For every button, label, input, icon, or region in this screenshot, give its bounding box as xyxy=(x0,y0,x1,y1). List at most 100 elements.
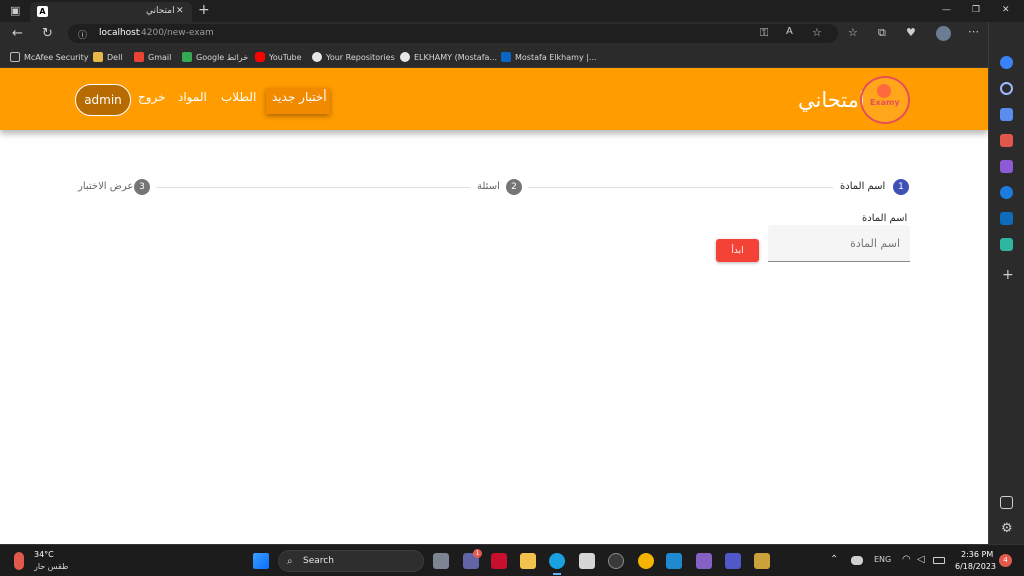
step-connector xyxy=(156,187,470,188)
new-tab-icon[interactable]: + xyxy=(198,3,210,17)
subject-name-label: اسم المادة xyxy=(862,213,908,224)
store-icon[interactable] xyxy=(579,553,595,569)
settings-gear-icon[interactable]: ⚙ xyxy=(1001,522,1013,535)
task-view-icon[interactable] xyxy=(433,553,449,569)
app-icon[interactable] xyxy=(754,553,770,569)
url-path: :4200/new-exam xyxy=(138,28,214,38)
subject-name-placeholder: اسم المادة xyxy=(850,237,900,250)
browser-tab-bar: ▣ A امتحاني ✕ + — ❐ ✕ xyxy=(0,0,1024,22)
start-button[interactable]: ابدأ xyxy=(716,239,759,262)
back-icon[interactable]: ← xyxy=(12,27,23,40)
weather-temp[interactable]: 34°C xyxy=(34,550,54,559)
step-1-circle[interactable]: 1 xyxy=(893,179,909,195)
tab-close-icon[interactable]: ✕ xyxy=(176,6,184,16)
favorite-star-icon[interactable]: ☆ xyxy=(812,27,822,38)
bookmark-youtube[interactable]: YouTube xyxy=(255,49,302,65)
bookmark-google-maps[interactable]: Google خرائط xyxy=(182,49,248,65)
windows-taskbar: 34°C طقس حار ⌕ Search 1 ⌃ ENG ◠ ◁ 2:36 P… xyxy=(0,544,1024,576)
split-panel-icon[interactable] xyxy=(1000,496,1013,509)
youtube-icon xyxy=(255,52,265,62)
bookmark-elkhamy[interactable]: ELKHAMY (Mostafa... xyxy=(400,49,497,65)
more-menu-icon[interactable]: ⋯ xyxy=(968,26,979,37)
browser-tab[interactable]: A امتحاني ✕ xyxy=(30,2,192,22)
step-3-label[interactable]: عرض الاختبار xyxy=(78,181,133,192)
active-app-indicator xyxy=(553,573,561,575)
folder-icon xyxy=(93,52,103,62)
health-icon[interactable]: ♥ xyxy=(906,27,916,38)
send-icon[interactable] xyxy=(1000,238,1013,251)
github-icon xyxy=(312,52,322,62)
clock-time[interactable]: 2:36 PM xyxy=(961,550,993,559)
bookmark-gmail[interactable]: Gmail xyxy=(134,49,171,65)
chrome-icon[interactable] xyxy=(638,553,654,569)
volume-icon[interactable]: ◁ xyxy=(917,554,925,565)
nav-link-logout[interactable]: خروج xyxy=(138,90,166,104)
info-icon[interactable]: ⓘ xyxy=(78,28,87,41)
language-indicator[interactable]: ENG xyxy=(874,555,891,564)
bookmark-mcafee[interactable]: McAfee Security xyxy=(10,49,89,65)
step-connector xyxy=(528,187,833,188)
app-page: admin خروج المواد الطلاب أختبار جديد امت… xyxy=(0,68,988,544)
cloud-icon[interactable] xyxy=(851,556,863,565)
maximize-icon[interactable]: ❐ xyxy=(972,5,980,15)
angular-icon: A xyxy=(37,6,48,17)
outlook-icon[interactable] xyxy=(1000,212,1013,225)
notification-count-badge[interactable]: 4 xyxy=(999,554,1012,567)
linkedin-icon xyxy=(501,52,511,62)
teams-badge: 1 xyxy=(473,549,482,558)
shopping-tag-icon[interactable] xyxy=(1000,108,1013,121)
collections-icon[interactable]: ⧉ xyxy=(878,27,886,38)
edge-icon[interactable] xyxy=(549,553,565,569)
teams-work-icon[interactable] xyxy=(725,553,741,569)
notification-bell-icon[interactable] xyxy=(1000,56,1013,69)
profile-avatar[interactable] xyxy=(936,26,951,41)
gmail-icon xyxy=(134,52,144,62)
step-2-circle[interactable]: 2 xyxy=(506,179,522,195)
top-navbar: admin خروج المواد الطلاب أختبار جديد امت… xyxy=(0,68,988,130)
tools-icon[interactable] xyxy=(1000,134,1013,147)
step-3-circle[interactable]: 3 xyxy=(134,179,150,195)
search-icon[interactable] xyxy=(1000,82,1013,95)
mcafee-icon[interactable] xyxy=(491,553,507,569)
search-label: Search xyxy=(303,556,334,566)
url-field[interactable]: ⓘ localhost :4200/new-exam ⚿ A ☆ xyxy=(68,24,838,43)
key-icon[interactable]: ⚿ xyxy=(760,27,768,38)
tab-actions-icon[interactable]: ▣ xyxy=(10,5,20,16)
taskbar-search[interactable]: ⌕ Search xyxy=(278,550,424,572)
subject-name-input[interactable]: اسم المادة xyxy=(768,225,910,262)
clock-date[interactable]: 6/18/2023 xyxy=(955,562,996,571)
step-2-label[interactable]: اسئلة xyxy=(477,181,500,192)
bookmark-dell[interactable]: Dell xyxy=(93,49,123,65)
dell-icon[interactable] xyxy=(608,553,624,569)
battery-icon[interactable] xyxy=(933,557,945,564)
visual-studio-icon[interactable] xyxy=(696,553,712,569)
brand-title: امتحاني xyxy=(798,88,865,112)
maps-icon xyxy=(182,52,192,62)
bookmark-linkedin[interactable]: Mostafa Elkhamy |... xyxy=(501,49,597,65)
admin-button[interactable]: admin xyxy=(75,84,131,116)
vscode-icon[interactable] xyxy=(666,553,682,569)
wifi-icon[interactable]: ◠ xyxy=(902,554,911,565)
examy-logo: Examy xyxy=(860,76,910,124)
step-1-label[interactable]: اسم المادة xyxy=(840,181,885,192)
edge-drop-icon[interactable] xyxy=(1000,186,1013,199)
file-explorer-icon[interactable] xyxy=(520,553,536,569)
nav-link-new-exam[interactable]: أختبار جديد xyxy=(272,90,327,104)
bookmarks-bar: McAfee Security Dell Gmail Google خرائط … xyxy=(0,46,1024,68)
url-host: localhost xyxy=(99,28,140,38)
weather-desc[interactable]: طقس حار xyxy=(34,562,68,571)
tray-chevron-icon[interactable]: ⌃ xyxy=(830,554,838,565)
close-window-icon[interactable]: ✕ xyxy=(1002,5,1010,15)
github-icon xyxy=(400,52,410,62)
read-aloud-icon[interactable]: A xyxy=(786,27,793,37)
refresh-icon[interactable]: ↻ xyxy=(42,27,53,40)
add-sidebar-app-icon[interactable]: + xyxy=(1002,268,1014,282)
favorites-icon[interactable]: ☆ xyxy=(848,27,858,38)
logo-text: Examy xyxy=(870,98,900,107)
bookmark-your-repositories[interactable]: Your Repositories xyxy=(312,49,395,65)
minimize-icon[interactable]: — xyxy=(942,5,951,15)
nav-link-subjects[interactable]: المواد xyxy=(178,90,207,104)
nav-link-students[interactable]: الطلاب xyxy=(221,90,256,104)
windows-start-icon[interactable] xyxy=(253,553,269,569)
games-icon[interactable] xyxy=(1000,160,1013,173)
